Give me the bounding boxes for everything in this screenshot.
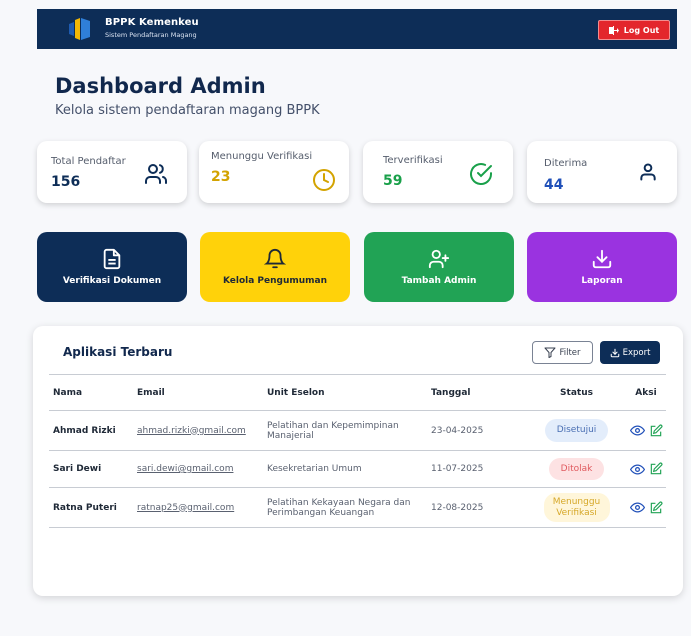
stat-label: Terverifikasi bbox=[383, 155, 443, 166]
top-navbar: BPPK Kemenkeu Sistem Pendaftaran Magang … bbox=[37, 9, 677, 49]
col-header-email: Email bbox=[137, 387, 165, 398]
stat-card-diterima: Diterima 44 bbox=[527, 141, 677, 203]
status-badge: Menunggu Verifikasi bbox=[543, 492, 610, 523]
clock-icon bbox=[313, 169, 335, 191]
cell-date: 11-07-2025 bbox=[431, 464, 484, 474]
cell-actions bbox=[622, 451, 666, 488]
cell-email[interactable]: sari.dewi@gmail.com bbox=[133, 451, 263, 488]
cell-status: Menunggu Verifikasi bbox=[527, 488, 622, 528]
card-title: Aplikasi Terbaru bbox=[63, 345, 173, 359]
table-row: Ratna Puteri ratnap25@gmail.com Pelatiha… bbox=[49, 488, 666, 528]
download-icon bbox=[592, 249, 612, 269]
logout-button[interactable]: Log Out bbox=[598, 20, 670, 40]
stat-value: 59 bbox=[383, 173, 403, 189]
stat-value: 156 bbox=[51, 174, 81, 190]
action-label: Tambah Admin bbox=[401, 276, 477, 286]
tambah-admin-button[interactable]: Tambah Admin bbox=[364, 232, 514, 302]
verifikasi-dokumen-button[interactable]: Verifikasi Dokumen bbox=[37, 232, 187, 302]
export-label: Export bbox=[622, 347, 651, 358]
users-icon bbox=[145, 164, 167, 184]
table-row: Ahmad Rizki ahmad.rizki@gmail.com Pelati… bbox=[49, 411, 666, 451]
cell-unit: Pelatihan dan Kepemimpinan Manajerial bbox=[267, 420, 399, 441]
stat-card-terverifikasi: Terverifikasi 59 bbox=[363, 141, 513, 203]
view-icon[interactable] bbox=[629, 423, 645, 438]
col-header-nama: Nama bbox=[53, 387, 83, 398]
cell-name: Ratna Puteri bbox=[53, 502, 117, 513]
user-icon bbox=[640, 163, 656, 181]
filter-label: Filter bbox=[559, 347, 581, 358]
stat-card-total-pendaftar: Total Pendaftar 156 bbox=[37, 141, 187, 203]
cell-status: Ditolak bbox=[527, 451, 622, 488]
stat-label: Total Pendaftar bbox=[51, 156, 126, 167]
page-subtitle: Kelola sistem pendaftaran magang BPPK bbox=[55, 103, 320, 118]
cell-name: Ahmad Rizki bbox=[53, 425, 116, 436]
bell-icon bbox=[264, 249, 286, 269]
cell-date: 12-08-2025 bbox=[431, 502, 484, 513]
cell-name: Sari Dewi bbox=[53, 464, 102, 474]
stat-value: 23 bbox=[211, 169, 231, 185]
table-row: Sari Dewi sari.dewi@gmail.com Kesekretar… bbox=[49, 451, 666, 488]
filter-button[interactable]: Filter bbox=[532, 341, 593, 364]
applications-table: Nama Email Unit Eselon Tanggal Status Ak… bbox=[49, 374, 666, 528]
action-label: Kelola Pengumuman bbox=[222, 276, 328, 286]
col-header-unit-eselon: Unit Eselon bbox=[267, 387, 325, 398]
check-circle-icon bbox=[470, 163, 492, 186]
action-label: Verifikasi Dokumen bbox=[62, 276, 162, 286]
view-icon[interactable] bbox=[629, 500, 645, 515]
filter-icon bbox=[544, 347, 556, 358]
edit-icon[interactable] bbox=[649, 462, 663, 476]
cell-unit: Pelatihan Kekayaan Negara dan Perimbanga… bbox=[267, 497, 411, 518]
cell-actions bbox=[622, 488, 666, 528]
laporan-button[interactable]: Laporan bbox=[527, 232, 677, 302]
brand-subtitle: Sistem Pendaftaran Magang bbox=[105, 31, 197, 39]
status-badge: Disetujui bbox=[544, 419, 609, 442]
edit-icon[interactable] bbox=[649, 424, 663, 438]
cell-email[interactable]: ratnap25@gmail.com bbox=[133, 488, 263, 528]
logout-label: Log Out bbox=[623, 25, 660, 35]
cell-actions bbox=[622, 411, 666, 451]
edit-icon[interactable] bbox=[649, 501, 663, 515]
export-button[interactable]: Export bbox=[600, 341, 660, 364]
stat-value: 44 bbox=[544, 177, 564, 193]
user-plus-icon bbox=[428, 249, 450, 269]
logout-icon bbox=[608, 25, 619, 35]
col-header-status: Status bbox=[560, 387, 593, 398]
status-badge: Ditolak bbox=[548, 457, 605, 481]
cell-email[interactable]: ahmad.rizki@gmail.com bbox=[133, 411, 263, 451]
view-icon[interactable] bbox=[629, 462, 645, 477]
page-title: Dashboard Admin bbox=[55, 74, 266, 98]
kelola-pengumuman-button[interactable]: Kelola Pengumuman bbox=[200, 232, 350, 302]
recent-applications-card: Aplikasi Terbaru Filter Export Nama Emai… bbox=[33, 326, 683, 596]
stat-card-menunggu-verifikasi: Menunggu Verifikasi 23 bbox=[199, 141, 349, 203]
stat-label: Diterima bbox=[544, 158, 588, 169]
brand-title: BPPK Kemenkeu bbox=[105, 17, 199, 28]
col-header-aksi: Aksi bbox=[635, 387, 657, 398]
cell-date: 23-04-2025 bbox=[431, 425, 484, 436]
export-icon bbox=[610, 348, 619, 357]
table-header-row: Nama Email Unit Eselon Tanggal Status Ak… bbox=[49, 374, 666, 411]
action-label: Laporan bbox=[581, 276, 623, 286]
stat-label: Menunggu Verifikasi bbox=[211, 151, 313, 162]
cell-status: Disetujui bbox=[527, 411, 622, 451]
bppk-logo-icon bbox=[69, 18, 90, 40]
col-header-tanggal: Tanggal bbox=[431, 387, 471, 398]
document-icon bbox=[103, 248, 121, 270]
cell-unit: Kesekretarian Umum bbox=[267, 464, 362, 474]
